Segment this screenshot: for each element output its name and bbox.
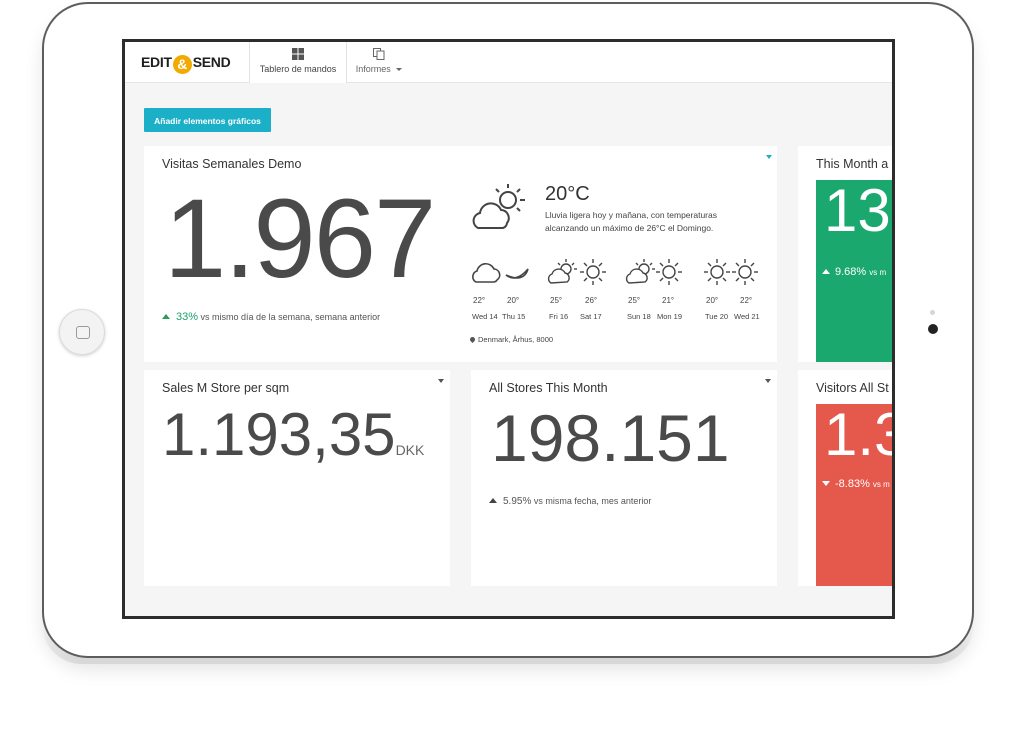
delta-text: vs mismo día de la semana, semana anteri… [200, 312, 381, 322]
sun-icon [704, 259, 730, 285]
visitors-widget: Visitors All St 1.3 -8.83% vs m [798, 370, 892, 586]
all-stores-value: 198.151 [491, 401, 730, 475]
forecast-temp: 21° [662, 296, 675, 305]
forecast-day: Mon 19 [657, 312, 683, 321]
logo-text-left: EDIT [141, 54, 172, 70]
windows-icon [292, 48, 304, 60]
visitors-panel: 1.3 -8.83% vs m [816, 401, 892, 586]
tab-informes[interactable]: Informes [347, 42, 411, 82]
widget-menu-caret-icon[interactable] [766, 155, 772, 159]
sun-icon [732, 259, 758, 285]
camera-dot [928, 324, 938, 334]
visitas-delta: 33% vs mismo día de la semana, semana an… [162, 311, 380, 323]
partly-cloudy-icon [472, 184, 525, 229]
tab-label: Informes [355, 64, 391, 74]
this-month-panel: 13 9.68% vs m [816, 177, 892, 362]
sales-number: 1.193,35 [162, 401, 396, 468]
widget-title: Visitors All St [816, 381, 889, 395]
delta-percent: 33% [176, 311, 199, 323]
cloud-icon [472, 263, 501, 283]
home-square-icon [76, 326, 90, 339]
edit-send-logo[interactable]: EDIT & SEND [141, 54, 231, 74]
visitas-widget: Visitas Semanales Demo 1.967 33% vs mism… [144, 146, 777, 362]
logo-ampersand: & [172, 55, 192, 74]
this-month-delta: 9.68% vs m [822, 266, 886, 278]
all-stores-widget: All Stores This Month 198.151 5.95% vs m… [471, 370, 777, 586]
top-navbar: EDIT & SEND Tablero de mandos Informes [125, 42, 892, 83]
forecast-day: Tue 20 [705, 312, 729, 321]
widget-title: This Month a [816, 157, 889, 171]
partly-cloudy-icon [547, 259, 577, 284]
sensor-dot [930, 310, 935, 315]
sales-unit: DKK [395, 442, 425, 458]
copy-icon [373, 48, 385, 60]
delta-text: vs misma fecha, mes anterior [533, 496, 652, 506]
sun-icon [656, 259, 682, 285]
widget-title: All Stores This Month [489, 381, 608, 395]
forecast-day: Sun 18 [627, 312, 651, 321]
arrow-up-icon [162, 314, 170, 319]
delta-percent: 9.68% [835, 266, 867, 278]
forecast-temp: 25° [628, 296, 641, 305]
arrow-up-icon [489, 498, 497, 503]
weather-location: Denmark, Århus, 8000 [468, 335, 554, 344]
arrow-down-icon [822, 481, 830, 486]
forecast-day: Fri 16 [549, 312, 569, 321]
weather-description: Lluvia ligera hoy y mañana, con temperat… [545, 210, 717, 233]
delta-percent: 5.95% [503, 496, 532, 507]
screen: EDIT & SEND Tablero de mandos Informes Aña… [122, 39, 895, 619]
forecast-temp: 20° [706, 296, 719, 305]
tab-label: Tablero de mandos [259, 64, 337, 74]
all-stores-delta: 5.95% vs misma fecha, mes anterior [489, 496, 651, 507]
forecast-day: Wed 21 [734, 312, 760, 321]
widget-menu-caret-icon[interactable] [765, 379, 771, 383]
add-widgets-button[interactable]: Añadir elementos gráficos [144, 108, 271, 132]
this-month-widget: This Month a 13 9.68% vs m [798, 146, 892, 362]
forecast-temp: 20° [507, 296, 520, 305]
forecast-temp: 22° [473, 296, 486, 305]
sun-icon [580, 259, 606, 285]
visitors-delta: -8.83% vs m [822, 478, 890, 490]
tab-tablero-de-mandos[interactable]: Tablero de mandos [249, 42, 347, 83]
arrow-up-icon [822, 269, 830, 274]
delta-percent: -8.83% [835, 478, 870, 490]
crescent-icon [505, 268, 529, 279]
forecast-day: Thu 15 [502, 312, 526, 321]
chevron-down-icon [396, 68, 403, 71]
this-month-value: 13 [824, 177, 891, 244]
forecast-temp: 26° [585, 296, 598, 305]
forecast-day: Sat 17 [580, 312, 602, 321]
logo-text-right: SEND [192, 54, 231, 70]
map-pin-icon [468, 335, 477, 344]
widget-title: Sales M Store per sqm [162, 381, 290, 395]
weather-current-temp: 20°C [545, 183, 590, 205]
location-text: Denmark, Århus, 8000 [478, 335, 554, 344]
sales-value: 1.193,35DKK [162, 400, 424, 469]
visitas-value: 1.967 [164, 176, 436, 301]
forecast-temp: 22° [740, 296, 753, 305]
home-button[interactable] [59, 309, 105, 355]
partly-cloudy-icon [625, 259, 655, 284]
delta-text: vs m [872, 480, 890, 489]
sales-widget: Sales M Store per sqm 1.193,35DKK [144, 370, 450, 586]
visitors-value: 1.3 [824, 401, 892, 468]
widget-title: Visitas Semanales Demo [162, 157, 302, 171]
forecast-day: Wed 14 [472, 312, 498, 321]
delta-text: vs m [869, 268, 887, 277]
forecast-temp: 25° [550, 296, 563, 305]
widget-menu-caret-icon[interactable] [438, 379, 444, 383]
